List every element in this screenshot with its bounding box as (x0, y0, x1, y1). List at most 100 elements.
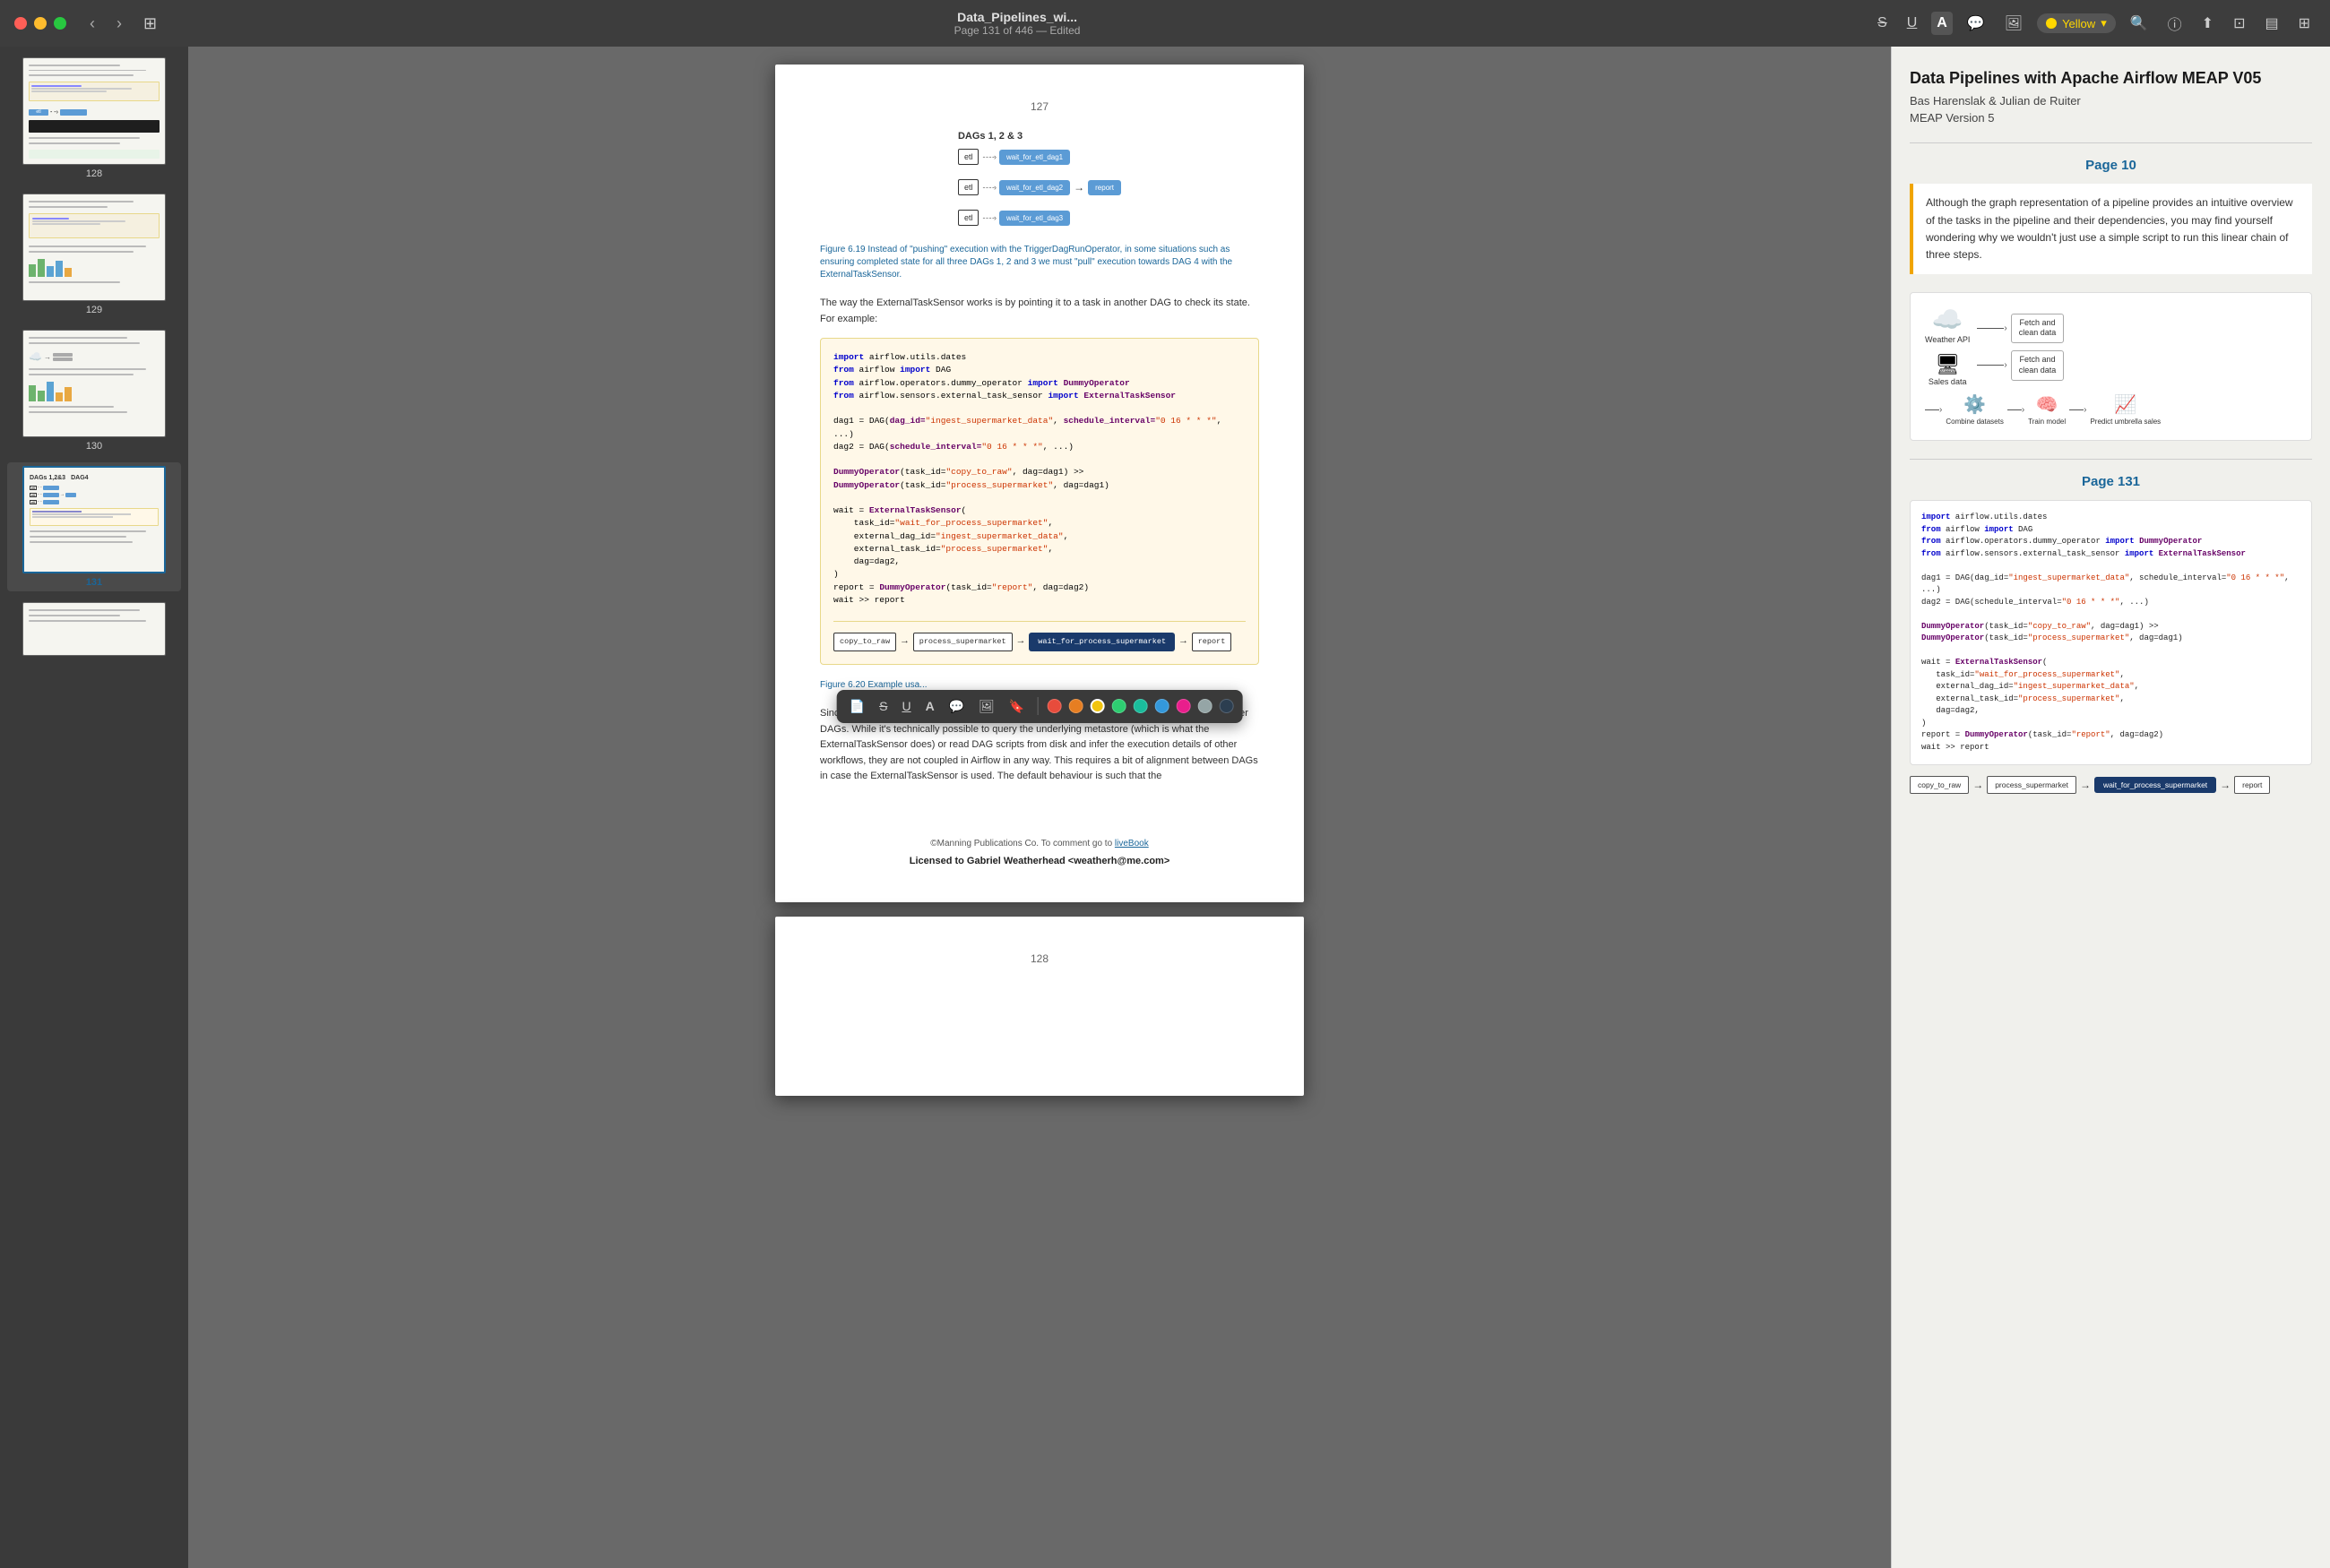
flow-box-copy: copy_to_raw (833, 633, 896, 651)
divider-2 (1910, 459, 2312, 460)
color-swatch-blue[interactable] (1154, 699, 1169, 713)
weather-api-label: Weather API (1925, 335, 1970, 344)
thumbnail-128[interactable]: etl - -› 128 (7, 54, 181, 183)
rp-arrow-1: → (1972, 779, 1983, 791)
ann-divider (1037, 697, 1038, 715)
sidebar-toggle-button[interactable]: ⊞ (138, 11, 162, 37)
thumb-label-128: 128 (86, 168, 102, 179)
rp-code-block: import airflow.utils.dates from airflow … (1910, 500, 2312, 765)
predict-step: 📈 Predict umbrella sales (2090, 393, 2161, 426)
fetch-clean-1: Fetch andclean data (2011, 314, 2065, 343)
color-swatch-gray[interactable] (1197, 699, 1212, 713)
cloud-icon: ☁️ (1932, 307, 1963, 332)
underline-button[interactable]: U (1902, 12, 1923, 35)
pipe-arrow-3: › (2069, 405, 2086, 415)
rp-kw-1: import (1921, 513, 1950, 521)
flow-box-process: process_supermarket (913, 633, 1013, 651)
code-str-2: "0 16 * * *" (1155, 416, 1216, 426)
thumb-img-132 (22, 602, 166, 656)
quote-text: Although the graph representation of a p… (1926, 194, 2300, 263)
arrow-line-2: › (1977, 360, 2006, 370)
thumbnail-131[interactable]: DAGs 1,2&3 DAG4 etl - - etl - - (7, 462, 181, 591)
dags123-label: DAGs 1, 2 & 3 (958, 131, 1121, 142)
titlebar-tools: S U A 💬 🖼 Yellow ▾ 🔍 ⓘ ⬆ ⊡ ▤ ⊞ (1872, 9, 2316, 38)
ann-doc-button[interactable]: 📄 (846, 695, 868, 718)
ann-highlight-button[interactable]: A (922, 695, 938, 717)
color-swatch-red[interactable] (1047, 699, 1061, 713)
code-fn-ext: ExternalTaskSensor (1083, 391, 1176, 401)
page-10-heading: Page 10 (1910, 158, 2312, 173)
titlebar: ‹ › ⊞ Data_Pipelines_wi... Page 131 of 4… (0, 0, 2330, 47)
document-area: 127 DAGs 1, 2 & 3 etl - - - -› wait_for_… (188, 47, 1891, 1568)
etl-box-1: etl (958, 149, 979, 165)
body-text-1: The way the ExternalTaskSensor works is … (820, 296, 1259, 327)
book-version: MEAP Version 5 (1910, 111, 2312, 125)
predict-label: Predict umbrella sales (2090, 418, 2161, 426)
info-button[interactable]: ⓘ (2162, 9, 2188, 38)
combine-label: Combine datasets (1946, 418, 2003, 426)
dashed-arrow-1: - - - -› (982, 152, 996, 161)
data-sources: ☁️ Weather API 🖥 Sales data (1925, 307, 1970, 386)
code-str-4: "copy_to_raw" (945, 467, 1012, 477)
code-schedule2: schedule_interval= (890, 442, 982, 452)
sales-data-label: Sales data (1929, 377, 1967, 386)
book-authors: Bas Harenslak & Julian de Ruiter (1910, 94, 2312, 108)
color-swatch-yellow[interactable] (1090, 699, 1104, 713)
nav-forward-button[interactable]: › (111, 13, 127, 35)
rp-flow-wait: wait_for_process_supermarket (2094, 777, 2216, 793)
strikethrough-button[interactable]: S (1872, 12, 1893, 35)
wait-box-2: wait_for_etl_dag2 (999, 180, 1070, 195)
chart-icon: 📈 (2114, 393, 2136, 416)
close-button[interactable] (14, 17, 27, 30)
color-swatch-orange[interactable] (1068, 699, 1083, 713)
sidebar-right-button[interactable]: ▤ (2259, 11, 2283, 36)
annotation-toolbar: 📄 S U A 💬 🖼 🔖 (837, 690, 1243, 723)
livebook-link[interactable]: liveBook (1115, 839, 1149, 849)
ann-underline-button[interactable]: U (898, 695, 914, 717)
main-layout: etl - -› 128 (0, 47, 2330, 1568)
thumb-img-131: DAGs 1,2&3 DAG4 etl - - etl - - (22, 466, 166, 573)
rp-fn-5: ExternalTaskSensor (1955, 658, 2042, 667)
dags-123: DAGs 1, 2 & 3 etl - - - -› wait_for_etl_… (958, 131, 1121, 226)
rp-kw-2: from (1921, 525, 1941, 534)
thumbnail-130[interactable]: ☁️ → (7, 326, 181, 455)
code-fn-dummy3: DummyOperator (833, 480, 900, 490)
main-pipeline: › ⚙️ Combine datasets › 🧠 Train model (1925, 393, 2161, 426)
code-kw-import3: import (1028, 378, 1058, 388)
thumbnail-132[interactable] (7, 599, 181, 659)
dag-rows: etl - - - -› wait_for_etl_dag1 etl - - -… (958, 149, 1121, 226)
thumbnail-129[interactable]: 129 (7, 190, 181, 319)
color-swatch-teal[interactable] (1133, 699, 1147, 713)
view-button[interactable]: ⊡ (2228, 11, 2250, 36)
train-step: 🧠 Train model (2028, 393, 2066, 426)
nav-back-button[interactable]: ‹ (84, 13, 100, 35)
chevron-down-icon: ▾ (2101, 16, 2107, 30)
color-swatch-pink[interactable] (1176, 699, 1190, 713)
ann-bookmark-button[interactable]: 🔖 (1005, 695, 1028, 718)
maximize-button[interactable] (54, 17, 66, 30)
highlight-button[interactable]: A (1931, 12, 1953, 35)
comment-button[interactable]: 💬 (1962, 11, 1990, 36)
code-kw-from3: from (833, 391, 854, 401)
search-button[interactable]: 🔍 (2125, 11, 2153, 36)
color-swatch-dark[interactable] (1219, 699, 1233, 713)
code-kw-from1: from (833, 365, 854, 375)
ann-image-button[interactable]: 🖼 (975, 695, 998, 718)
rp-fn-1: DummyOperator (2139, 537, 2202, 546)
minimize-button[interactable] (34, 17, 47, 30)
image-button[interactable]: 🖼 (1999, 11, 2028, 36)
dag-diagram-container: DAGs 1, 2 & 3 etl - - - -› wait_for_etl_… (820, 131, 1259, 226)
fetch-clean-2: Fetch andclean data (2011, 350, 2065, 380)
ann-strike-button[interactable]: S (876, 695, 891, 717)
color-picker[interactable]: Yellow ▾ (2037, 13, 2116, 33)
titlebar-center: Data_Pipelines_wi... Page 131 of 446 — E… (173, 10, 1861, 37)
fullscreen-button[interactable]: ⊞ (2293, 11, 2316, 36)
color-label: Yellow (2062, 17, 2095, 30)
color-swatch-green[interactable] (1111, 699, 1126, 713)
share-button[interactable]: ⬆ (2196, 11, 2219, 36)
thumb-label-131: 131 (86, 577, 102, 588)
code-str-6: "wait_for_process_supermarket" (894, 518, 1048, 528)
fetch-arrows: › Fetch andclean data › Fetch andclean d… (1977, 314, 2064, 381)
rp-fn-3: DummyOperator (1921, 622, 1984, 631)
ann-comment-button[interactable]: 💬 (945, 695, 968, 718)
